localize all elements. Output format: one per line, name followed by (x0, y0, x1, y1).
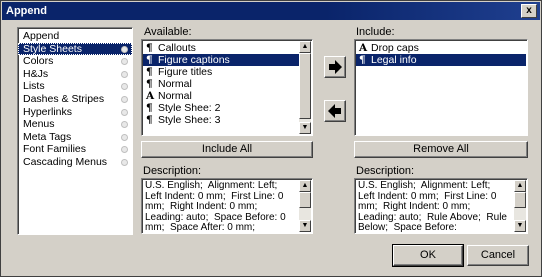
nav-item-label: Append (23, 30, 60, 42)
nav-item[interactable]: Menus (18, 118, 132, 131)
nav-item[interactable]: Append (18, 30, 132, 43)
paragraph-style-icon: ¶ (146, 66, 153, 78)
nav-item[interactable]: Lists (18, 80, 132, 93)
nav-item-label: Meta Tags (23, 130, 72, 143)
list-item[interactable]: ¶ Style Shee: 2 (143, 102, 300, 114)
list-item-label: Normal (158, 78, 192, 90)
paragraph-style-icon: ¶ (146, 78, 153, 90)
nav-item-label: Cascading Menus (23, 155, 108, 168)
scroll-down-icon[interactable]: ▼ (299, 220, 311, 232)
status-dot-icon (121, 58, 128, 66)
remove-all-button[interactable]: Remove All (354, 141, 528, 158)
list-item-label: Figure captions (158, 54, 230, 66)
nav-item[interactable]: Dashes & Stripes (18, 93, 132, 106)
append-dialog: Append x Append Style Sheets Colors H&Js Lis… (0, 0, 542, 277)
paragraph-style-icon: ¶ (146, 102, 153, 114)
available-description-label: Description: (143, 165, 202, 177)
list-item[interactable]: ¶ Normal (143, 78, 300, 90)
list-item[interactable]: ¶ Callouts (143, 42, 300, 54)
available-list[interactable]: ¶ Callouts ¶ Figure captions ¶ Figure titles ¶… (141, 39, 313, 136)
list-item-label: Style Shee: 3 (158, 114, 221, 126)
paragraph-style-icon: ¶ (146, 114, 153, 126)
character-style-icon: A (146, 90, 155, 102)
list-item[interactable]: ¶ Figure titles (143, 66, 300, 78)
status-dot-icon (121, 83, 128, 91)
scroll-up-icon[interactable]: ▲ (299, 41, 311, 53)
window-title: Append (6, 5, 47, 17)
cancel-button[interactable]: Cancel (467, 245, 529, 266)
nav-item[interactable]: Cascading Menus (18, 156, 132, 169)
scroll-thumb[interactable] (299, 53, 311, 119)
ok-button[interactable]: OK (392, 244, 464, 267)
remove-button[interactable] (324, 100, 346, 122)
list-item-label: Callouts (158, 42, 196, 54)
nav-item-label: Menus (23, 118, 55, 131)
available-description-scrollbar[interactable]: ▲ ▼ (299, 180, 311, 232)
list-item-label: Legal info (371, 54, 417, 66)
nav-item[interactable]: H&Js (18, 68, 132, 81)
include-label: Include: (356, 26, 395, 38)
status-dot-icon (121, 158, 128, 166)
status-dot-icon (121, 146, 128, 154)
nav-item-label: Colors (23, 55, 54, 68)
list-item-label: Style Shee: 2 (158, 102, 221, 114)
nav-item-label: Font Families (23, 143, 87, 156)
nav-item[interactable]: Hyperlinks (18, 106, 132, 119)
list-item[interactable]: A Drop caps (356, 42, 526, 54)
status-dot-icon (121, 108, 128, 116)
paragraph-style-icon: ¶ (146, 54, 153, 66)
scroll-down-icon[interactable]: ▼ (299, 122, 311, 134)
scroll-thumb[interactable] (299, 192, 311, 208)
nav-item[interactable]: Style Sheets (18, 42, 132, 56)
include-all-button[interactable]: Include All (141, 141, 313, 158)
arrow-left-icon (328, 104, 341, 118)
include-description-scrollbar[interactable]: ▲ ▼ (514, 180, 526, 232)
nav-item[interactable]: Meta Tags (18, 131, 132, 144)
status-dot-icon (121, 133, 128, 141)
list-item-label: Figure titles (158, 66, 213, 78)
close-button[interactable]: x (521, 4, 537, 18)
nav-item[interactable]: Font Families (18, 143, 132, 156)
list-item-label: Drop caps (371, 42, 419, 54)
nav-item[interactable]: Colors (18, 55, 132, 68)
available-label: Available: (144, 26, 192, 38)
scroll-down-icon[interactable]: ▼ (514, 220, 526, 232)
list-item-label: Normal (158, 90, 192, 102)
list-item[interactable]: ¶ Figure captions (143, 54, 300, 66)
status-dot-icon (121, 45, 128, 53)
paragraph-style-icon: ¶ (359, 54, 366, 66)
paragraph-style-icon: ¶ (146, 42, 153, 54)
title-bar: Append x (2, 2, 540, 20)
include-description-label: Description: (356, 165, 415, 177)
arrow-right-icon (329, 60, 342, 74)
nav-item-label: Style Sheets (23, 42, 82, 55)
include-description-box[interactable]: U.S. English; Alignment: Left; Left Inde… (354, 178, 528, 234)
available-description-text: U.S. English; Alignment: Left; Left Inde… (145, 180, 289, 233)
include-description-text: U.S. English; Alignment: Left; Left Inde… (358, 180, 510, 233)
status-dot-icon (121, 95, 128, 103)
available-scrollbar[interactable]: ▲ ▼ (299, 41, 311, 134)
nav-item-label: H&Js (23, 67, 49, 80)
status-dot-icon (121, 121, 128, 129)
include-list[interactable]: A Drop caps ¶ Legal info (354, 39, 528, 136)
available-description-box[interactable]: U.S. English; Alignment: Left; Left Inde… (141, 178, 313, 234)
character-style-icon: A (359, 42, 368, 54)
scroll-thumb[interactable] (514, 192, 526, 208)
add-button[interactable] (324, 56, 346, 78)
nav-item-label: Hyperlinks (23, 105, 73, 118)
list-item[interactable]: ¶ Legal info (356, 54, 526, 66)
list-item[interactable]: ¶ Style Shee: 3 (143, 114, 300, 126)
nav-item-label: Lists (23, 80, 45, 93)
scroll-up-icon[interactable]: ▲ (299, 180, 311, 192)
status-dot-icon (121, 70, 128, 78)
list-item[interactable]: A Normal (143, 90, 300, 102)
scroll-up-icon[interactable]: ▲ (514, 180, 526, 192)
category-list: Append Style Sheets Colors H&Js Lists Dashes … (17, 27, 133, 235)
nav-item-label: Dashes & Stripes (23, 92, 105, 105)
